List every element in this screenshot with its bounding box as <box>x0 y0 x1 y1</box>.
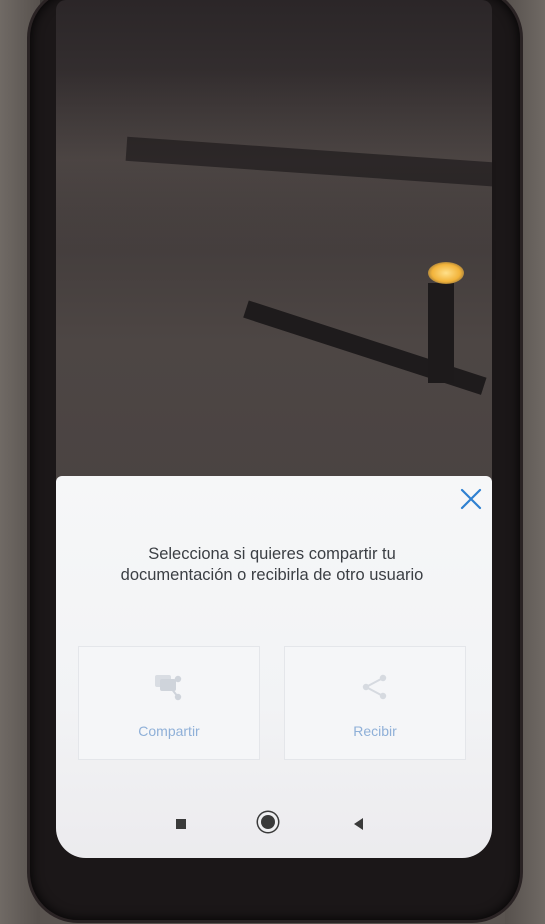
share-option-label: Compartir <box>138 723 200 739</box>
reflection-post <box>428 283 454 383</box>
dialog-message: Selecciona si quieres compartir tu docum… <box>120 545 424 584</box>
android-navigation-bar <box>56 802 492 848</box>
share-dialog: Selecciona si quieres compartir tu docum… <box>56 476 492 858</box>
receive-option-button[interactable]: Recibir <box>284 646 466 760</box>
close-button[interactable] <box>456 484 486 514</box>
receive-option-label: Recibir <box>353 723 397 739</box>
back-icon[interactable] <box>354 818 363 830</box>
phone-screen: Selecciona si quieres compartir tu docum… <box>56 0 492 858</box>
home-icon[interactable] <box>261 815 275 829</box>
close-icon <box>460 488 482 510</box>
receive-share-icon <box>362 674 387 700</box>
recent-apps-icon[interactable] <box>176 819 186 829</box>
share-documents-icon <box>155 675 182 701</box>
reflection-light <box>428 262 464 284</box>
share-option-button[interactable]: Compartir <box>78 646 260 760</box>
photo-background: Selecciona si quieres compartir tu docum… <box>0 0 545 924</box>
